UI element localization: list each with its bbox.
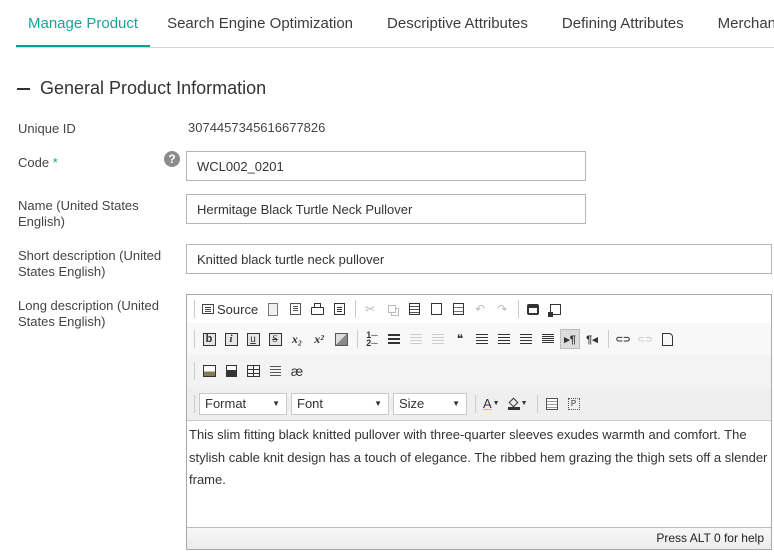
subscript-icon[interactable]: x₂ — [287, 329, 307, 349]
font-select[interactable]: Font ▼ — [291, 392, 389, 415]
required-marker: * — [52, 155, 58, 170]
tab-manage-product[interactable]: Manage Product — [16, 0, 151, 47]
cut-icon[interactable]: ✂ — [360, 299, 380, 319]
minus-icon[interactable] — [17, 88, 30, 90]
size-select-value: Size — [399, 396, 425, 411]
chevron-down-icon: ▼ — [374, 399, 382, 408]
flash-icon[interactable] — [221, 361, 241, 381]
source-button[interactable]: Source — [199, 299, 261, 319]
new-page-icon[interactable] — [263, 299, 283, 319]
undo-icon[interactable]: ↶ — [470, 299, 490, 319]
link-icon[interactable]: ⊂⊃ — [613, 329, 633, 349]
code-label-text: Code — [18, 155, 50, 170]
toolbar-row-formatting: b i u S x₂ x² 1─ 2─ ❝ ▸¶ ¶◂ ⊂⊃ ⊂⊃ — [187, 323, 771, 355]
section-title: General Product Information — [40, 78, 267, 98]
name-label: Name (United States English) — [18, 198, 139, 229]
background-color-icon[interactable]: ▼ — [505, 394, 531, 414]
size-select[interactable]: Size ▼ — [393, 392, 467, 415]
indent-icon[interactable] — [428, 329, 448, 349]
format-select-value: Format — [205, 396, 247, 411]
unique-id-label: Unique ID — [18, 121, 76, 136]
underline-icon[interactable]: u — [243, 329, 263, 349]
horizontal-rule-icon[interactable] — [265, 361, 285, 381]
paste-word-icon[interactable] — [448, 299, 468, 319]
special-char-icon[interactable]: æ — [287, 361, 307, 381]
rich-text-editor: Source ✂ ↶ ↷ b i u S x₂ x² 1─ 2─ ❝ ▸¶ ¶◂… — [186, 294, 772, 550]
toolbar-separator — [608, 330, 609, 348]
code-label: Code * — [18, 155, 168, 171]
rtl-icon[interactable]: ¶◂ — [582, 329, 602, 349]
unique-id-value: 3074457345616677826 — [188, 120, 326, 135]
strikethrough-icon[interactable]: S — [265, 329, 285, 349]
blockquote-icon[interactable]: ❝ — [450, 329, 470, 349]
chevron-down-icon: ▼ — [272, 399, 280, 408]
outdent-icon[interactable] — [406, 329, 426, 349]
toolbar-row-insert: æ — [187, 355, 771, 387]
font-select-value: Font — [297, 396, 324, 411]
toolbar-separator — [355, 300, 357, 318]
tab-search-engine-optimization[interactable]: Search Engine Optimization — [150, 0, 370, 47]
section-header[interactable]: General Product Information — [17, 78, 266, 99]
source-label: Source — [217, 301, 259, 317]
format-select[interactable]: Format ▼ — [199, 392, 287, 415]
paste-icon[interactable] — [404, 299, 424, 319]
show-blocks-icon[interactable]: P — [564, 394, 584, 414]
toolbar-separator — [536, 394, 538, 413]
superscript-icon[interactable]: x² — [309, 329, 329, 349]
anchor-icon[interactable] — [657, 329, 677, 349]
align-center-icon[interactable] — [494, 329, 514, 349]
templates-icon[interactable] — [329, 299, 349, 319]
long-description-label: Long description (United States English) — [18, 298, 159, 329]
chevron-down-icon: ▼ — [452, 399, 460, 408]
question-circle-icon[interactable]: ? — [164, 151, 180, 167]
short-description-label: Short description (United States English… — [18, 248, 162, 279]
toolbar-separator — [357, 330, 358, 348]
toolbar-row-styles: Format ▼ Font ▼ Size ▼ A ▼ ▼ P — [187, 387, 771, 421]
find-icon[interactable] — [523, 299, 543, 319]
code-input[interactable] — [186, 151, 586, 181]
image-icon[interactable] — [199, 361, 219, 381]
preview-icon[interactable] — [285, 299, 305, 319]
copy-icon[interactable] — [382, 299, 402, 319]
select-all-icon[interactable] — [545, 299, 565, 319]
toolbar-separator — [475, 394, 476, 413]
unlink-icon[interactable]: ⊂⊃ — [635, 329, 655, 349]
remove-format-icon[interactable] — [331, 329, 351, 349]
text-color-icon[interactable]: A ▼ — [480, 394, 503, 414]
editor-toolbar: Source ✂ ↶ ↷ b i u S x₂ x² 1─ 2─ ❝ ▸¶ ¶◂… — [187, 295, 771, 421]
italic-icon[interactable]: i — [221, 329, 241, 349]
print-icon[interactable] — [307, 299, 327, 319]
toolbar-separator — [194, 330, 195, 348]
tab-merchandising-associations[interactable]: Merchandising Associations — [701, 0, 774, 47]
tab-bar: Manage Product Search Engine Optimizatio… — [16, 0, 774, 48]
align-left-icon[interactable] — [472, 329, 492, 349]
align-right-icon[interactable] — [516, 329, 536, 349]
toolbar-separator — [194, 300, 195, 318]
justify-icon[interactable] — [538, 329, 558, 349]
toolbar-separator — [194, 394, 195, 413]
numbered-list-icon[interactable]: 1─ 2─ — [362, 329, 382, 349]
tab-descriptive-attributes[interactable]: Descriptive Attributes — [370, 0, 545, 47]
toolbar-row-document: Source ✂ ↶ ↷ — [187, 295, 771, 323]
editor-content[interactable]: This slim fitting black knitted pullover… — [187, 421, 771, 517]
paste-text-icon[interactable] — [426, 299, 446, 319]
source-icon — [202, 304, 214, 314]
bulleted-list-icon[interactable] — [384, 329, 404, 349]
ltr-icon[interactable]: ▸¶ — [560, 329, 580, 349]
short-description-input[interactable] — [186, 244, 772, 274]
toolbar-separator — [518, 300, 520, 318]
editor-status-bar: Press ALT 0 for help — [187, 527, 771, 549]
toolbar-separator — [194, 362, 195, 380]
bold-icon[interactable]: b — [199, 329, 219, 349]
table-icon[interactable] — [243, 361, 263, 381]
maximize-icon[interactable] — [542, 394, 562, 414]
name-input[interactable] — [186, 194, 586, 224]
tab-defining-attributes[interactable]: Defining Attributes — [545, 0, 701, 47]
redo-icon[interactable]: ↷ — [492, 299, 512, 319]
